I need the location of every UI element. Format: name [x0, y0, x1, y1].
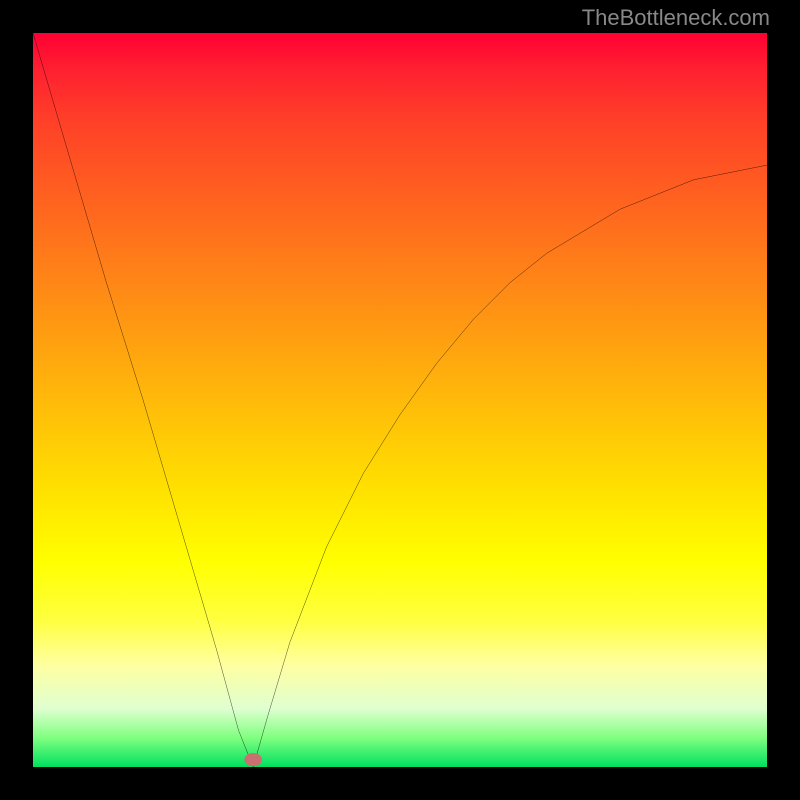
attribution-text: TheBottleneck.com	[582, 5, 770, 31]
curve-left-branch	[33, 33, 253, 767]
optimal-point-marker	[244, 753, 262, 766]
curve-right-branch	[253, 165, 767, 767]
bottleneck-curve	[33, 33, 767, 767]
chart-container: TheBottleneck.com	[0, 0, 800, 800]
